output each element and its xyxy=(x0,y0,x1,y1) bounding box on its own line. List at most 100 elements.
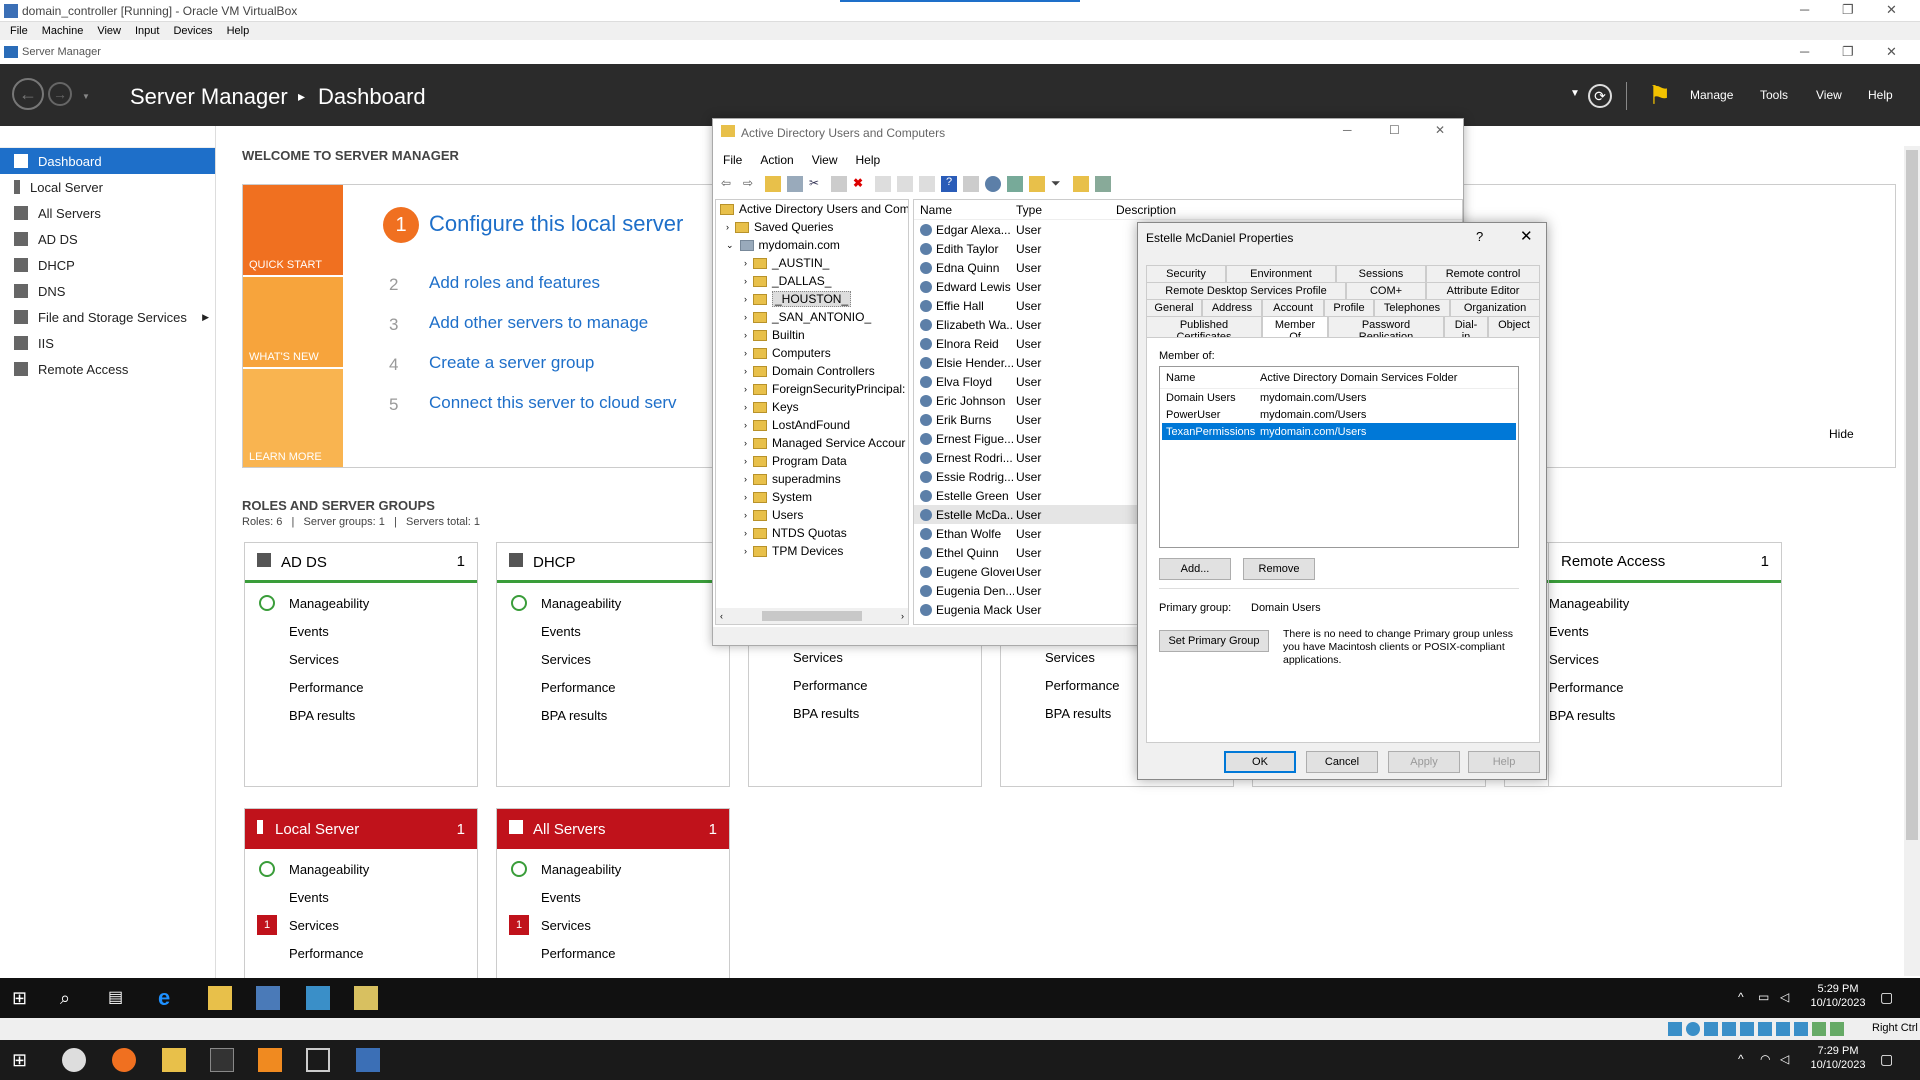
terminal-icon[interactable] xyxy=(210,1048,234,1072)
search-icon[interactable]: ⌕ xyxy=(60,986,84,1010)
tab-remote-control[interactable]: Remote control xyxy=(1426,265,1540,282)
shared-folder-icon[interactable] xyxy=(1758,1022,1772,1036)
group-row-selected[interactable]: TexanPermissions mydomain.com/Users xyxy=(1162,423,1516,440)
add-button[interactable]: Add... xyxy=(1159,558,1231,580)
tile-row-manageability[interactable]: Manageability xyxy=(497,589,729,617)
scroll-right-icon[interactable]: › xyxy=(901,611,904,621)
virtualbox-manager-icon[interactable] xyxy=(306,1048,330,1072)
aduc-taskbar-icon[interactable] xyxy=(354,986,378,1010)
learn-more-tab[interactable]: LEARN MORE xyxy=(243,369,343,467)
tree-program-data[interactable]: › Program Data xyxy=(720,452,908,470)
tile-row-bpa[interactable]: BPA results xyxy=(1549,701,1781,729)
export-icon[interactable] xyxy=(919,176,935,192)
tree-computers[interactable]: › Computers xyxy=(720,344,908,362)
find-icon[interactable] xyxy=(1073,176,1089,192)
history-dropdown-icon[interactable]: ▼ xyxy=(82,92,90,101)
menu-view[interactable]: View xyxy=(1816,88,1842,102)
powershell-icon[interactable] xyxy=(306,986,330,1010)
tile-row-manageability[interactable]: Manageability xyxy=(1549,589,1781,617)
tile-row-performance[interactable]: Performance xyxy=(497,673,729,701)
tree-austin[interactable]: › _AUSTIN_ xyxy=(720,254,908,272)
sublime-text-icon[interactable] xyxy=(258,1048,282,1072)
tab-rds-profile[interactable]: Remote Desktop Services Profile xyxy=(1146,282,1346,299)
tile-row-performance[interactable]: Performance xyxy=(749,671,981,699)
show-tree-icon[interactable] xyxy=(787,176,803,192)
tile-row-bpa[interactable]: BPA results xyxy=(749,699,981,727)
tile-row-events[interactable]: Events xyxy=(245,617,477,645)
tab-profile[interactable]: Profile xyxy=(1324,299,1374,316)
tile-row-events[interactable]: Events xyxy=(497,883,729,911)
tab-telephones[interactable]: Telephones xyxy=(1374,299,1450,316)
windows-start-icon[interactable]: ⊞ xyxy=(12,1048,36,1072)
tray-chevron-icon[interactable]: ^ xyxy=(1738,990,1744,1004)
col-folder[interactable]: Active Directory Domain Services Folder xyxy=(1260,372,1457,384)
menu-file[interactable]: File xyxy=(10,25,28,37)
close-icon[interactable]: ✕ xyxy=(1520,227,1533,245)
tree-system[interactable]: › System xyxy=(720,488,908,506)
tab-address[interactable]: Address xyxy=(1202,299,1262,316)
tree-saved-queries[interactable]: › Saved Queries xyxy=(720,218,908,236)
tree-ntds-quotas[interactable]: › NTDS Quotas xyxy=(720,524,908,542)
expand-icon[interactable]: › xyxy=(744,258,747,268)
back-icon[interactable]: ← xyxy=(12,78,44,110)
sidebar-item-remote-access[interactable]: Remote Access xyxy=(0,356,215,382)
tile-dhcp[interactable]: DHCP Manageability Events Services Perfo… xyxy=(496,542,730,787)
sm-minimize-icon[interactable]: ─ xyxy=(1800,44,1809,59)
notifications-icon[interactable]: ▢ xyxy=(1880,990,1893,1004)
volume-icon[interactable]: ◁ xyxy=(1780,990,1789,1004)
expand-icon[interactable]: › xyxy=(744,510,747,520)
tile-row-events[interactable]: Events xyxy=(1549,617,1781,645)
cut-icon[interactable]: ✂ xyxy=(809,176,825,192)
sidebar-item-dns[interactable]: DNS xyxy=(0,278,215,304)
sidebar-item-all-servers[interactable]: All Servers xyxy=(0,200,215,226)
new-user-icon[interactable] xyxy=(985,176,1001,192)
tree-managed-service[interactable]: › Managed Service Accour xyxy=(720,434,908,452)
maximize-icon[interactable]: ☐ xyxy=(1389,123,1400,137)
expand-icon[interactable]: › xyxy=(726,222,729,232)
tab-environment[interactable]: Environment xyxy=(1226,265,1336,282)
tile-row-services[interactable]: Services xyxy=(749,643,981,671)
expand-icon[interactable]: › xyxy=(744,366,747,376)
forward-icon[interactable]: ⇨ xyxy=(743,176,759,192)
task-view-icon[interactable]: ▤ xyxy=(108,986,132,1010)
tile-row-performance[interactable]: Performance xyxy=(497,939,729,967)
refresh-icon[interactable] xyxy=(897,176,913,192)
quick-start-tab[interactable]: QUICK START xyxy=(243,185,343,275)
remove-button[interactable]: Remove xyxy=(1243,558,1315,580)
notification-flag-icon[interactable]: ⚑ xyxy=(1648,80,1671,111)
tree-san-antonio[interactable]: › _SAN_ANTONIO_ xyxy=(720,308,908,326)
sidebar-item-dhcp[interactable]: DHCP xyxy=(0,252,215,278)
group-row[interactable]: PowerUser mydomain.com/Users xyxy=(1162,406,1516,423)
sm-close-icon[interactable]: ✕ xyxy=(1886,44,1897,60)
tree-hscrollbar[interactable]: ‹ › xyxy=(716,608,908,624)
vertical-scrollbar[interactable] xyxy=(1904,146,1920,976)
mouse-integration-icon[interactable] xyxy=(1830,1022,1844,1036)
internet-explorer-icon[interactable]: e xyxy=(158,986,182,1010)
recording-icon[interactable] xyxy=(1794,1022,1808,1036)
tile-row-services[interactable]: Services xyxy=(1549,645,1781,673)
menu-view[interactable]: View xyxy=(97,25,121,37)
cpu-icon[interactable] xyxy=(1812,1022,1826,1036)
col-type[interactable]: Type xyxy=(1014,203,1114,217)
server-manager-icon[interactable] xyxy=(256,986,280,1010)
audio-icon[interactable] xyxy=(1704,1022,1718,1036)
tile-row-manageability[interactable]: Manageability xyxy=(245,589,477,617)
expand-icon[interactable]: › xyxy=(744,276,747,286)
expand-icon[interactable]: › xyxy=(744,294,747,304)
col-name[interactable]: Name xyxy=(1160,372,1260,384)
tree-keys[interactable]: › Keys xyxy=(720,398,908,416)
windows-start-icon[interactable]: ⊞ xyxy=(12,986,36,1010)
minimize-icon[interactable]: ─ xyxy=(1343,123,1352,137)
tile-row-manageability[interactable]: Manageability xyxy=(497,855,729,883)
volume-icon[interactable]: ◁ xyxy=(1780,1052,1789,1066)
tray-chevron-icon[interactable]: ^ xyxy=(1738,1052,1744,1066)
tile-row-bpa[interactable]: BPA results xyxy=(497,701,729,729)
restore-icon[interactable]: ❐ xyxy=(1842,2,1854,18)
network-icon[interactable]: ▭ xyxy=(1758,990,1769,1004)
tree-foreign-security[interactable]: › ForeignSecurityPrincipal: xyxy=(720,380,908,398)
menu-manage[interactable]: Manage xyxy=(1690,88,1733,102)
tree-domain-controllers[interactable]: › Domain Controllers xyxy=(720,362,908,380)
add-servers-link[interactable]: Add other servers to manage xyxy=(429,313,648,333)
tile-ad-ds[interactable]: AD DS 1 Manageability Events Services Per… xyxy=(244,542,478,787)
tile-row-events[interactable]: Events xyxy=(497,617,729,645)
